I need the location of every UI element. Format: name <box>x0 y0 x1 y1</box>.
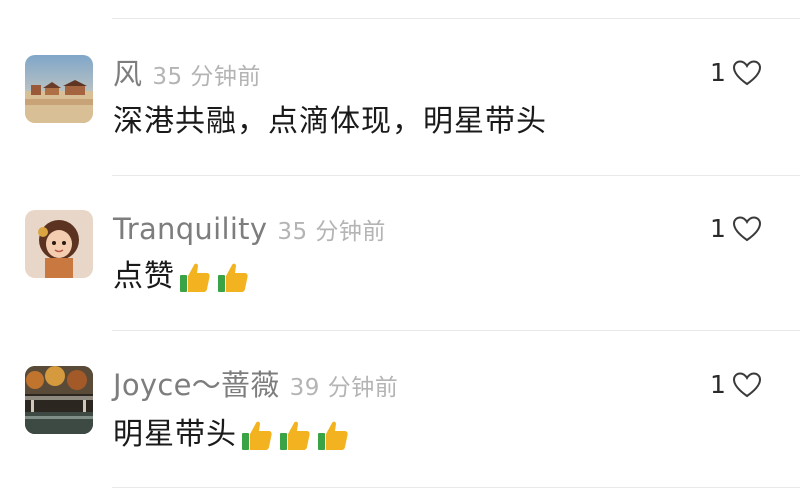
avatar-character-image <box>25 210 93 278</box>
avatar[interactable] <box>25 366 93 434</box>
like-count: 1 <box>710 214 726 243</box>
divider <box>112 487 800 488</box>
avatar[interactable] <box>25 210 93 278</box>
divider <box>112 18 800 19</box>
thumbs-up-icon <box>177 259 213 295</box>
comment-author[interactable]: 风 35 分钟前 <box>113 56 261 95</box>
divider <box>112 330 800 331</box>
like-button[interactable]: 1 <box>710 58 762 87</box>
author-name: 风 <box>113 57 143 91</box>
comment-text: 深港共融，点滴体现，明星带头 <box>113 102 547 142</box>
divider <box>112 175 800 176</box>
comment-body: 深港共融，点滴体现，明星带头 <box>113 104 547 139</box>
comment-time: 35 分钟前 <box>277 219 386 245</box>
author-name: Joyce～蔷薇 <box>113 368 280 402</box>
thumbs-up-icon <box>215 259 251 295</box>
thumbs-up-icon <box>315 417 351 453</box>
heart-outline-icon <box>732 59 762 87</box>
avatar-landscape-image <box>25 55 93 123</box>
avatar-autumn-scene-image <box>25 366 93 434</box>
heart-outline-icon <box>732 215 762 243</box>
heart-outline-icon <box>732 371 762 399</box>
comment-body: 点赞 <box>113 259 175 294</box>
comment-author[interactable]: Tranquility 35 分钟前 <box>113 211 386 250</box>
thumbs-up-icon <box>277 417 313 453</box>
comment-list: 风 35 分钟前 深港共融，点滴体现，明星带头 1 Tranquility 35… <box>0 0 800 499</box>
like-count: 1 <box>710 58 726 87</box>
comment-text: 点赞 <box>113 257 251 297</box>
comment-body: 明星带头 <box>113 417 237 452</box>
comment-time: 39 分钟前 <box>289 375 399 401</box>
thumbs-up-icon <box>239 417 275 453</box>
comment-author[interactable]: Joyce～蔷薇 39 分钟前 <box>113 367 398 406</box>
comment-text: 明星带头 <box>113 415 351 455</box>
comment-time: 35 分钟前 <box>152 64 261 90</box>
like-button[interactable]: 1 <box>710 214 762 243</box>
avatar[interactable] <box>25 55 93 123</box>
author-name: Tranquility <box>113 212 268 246</box>
like-button[interactable]: 1 <box>710 370 762 399</box>
like-count: 1 <box>710 370 726 399</box>
